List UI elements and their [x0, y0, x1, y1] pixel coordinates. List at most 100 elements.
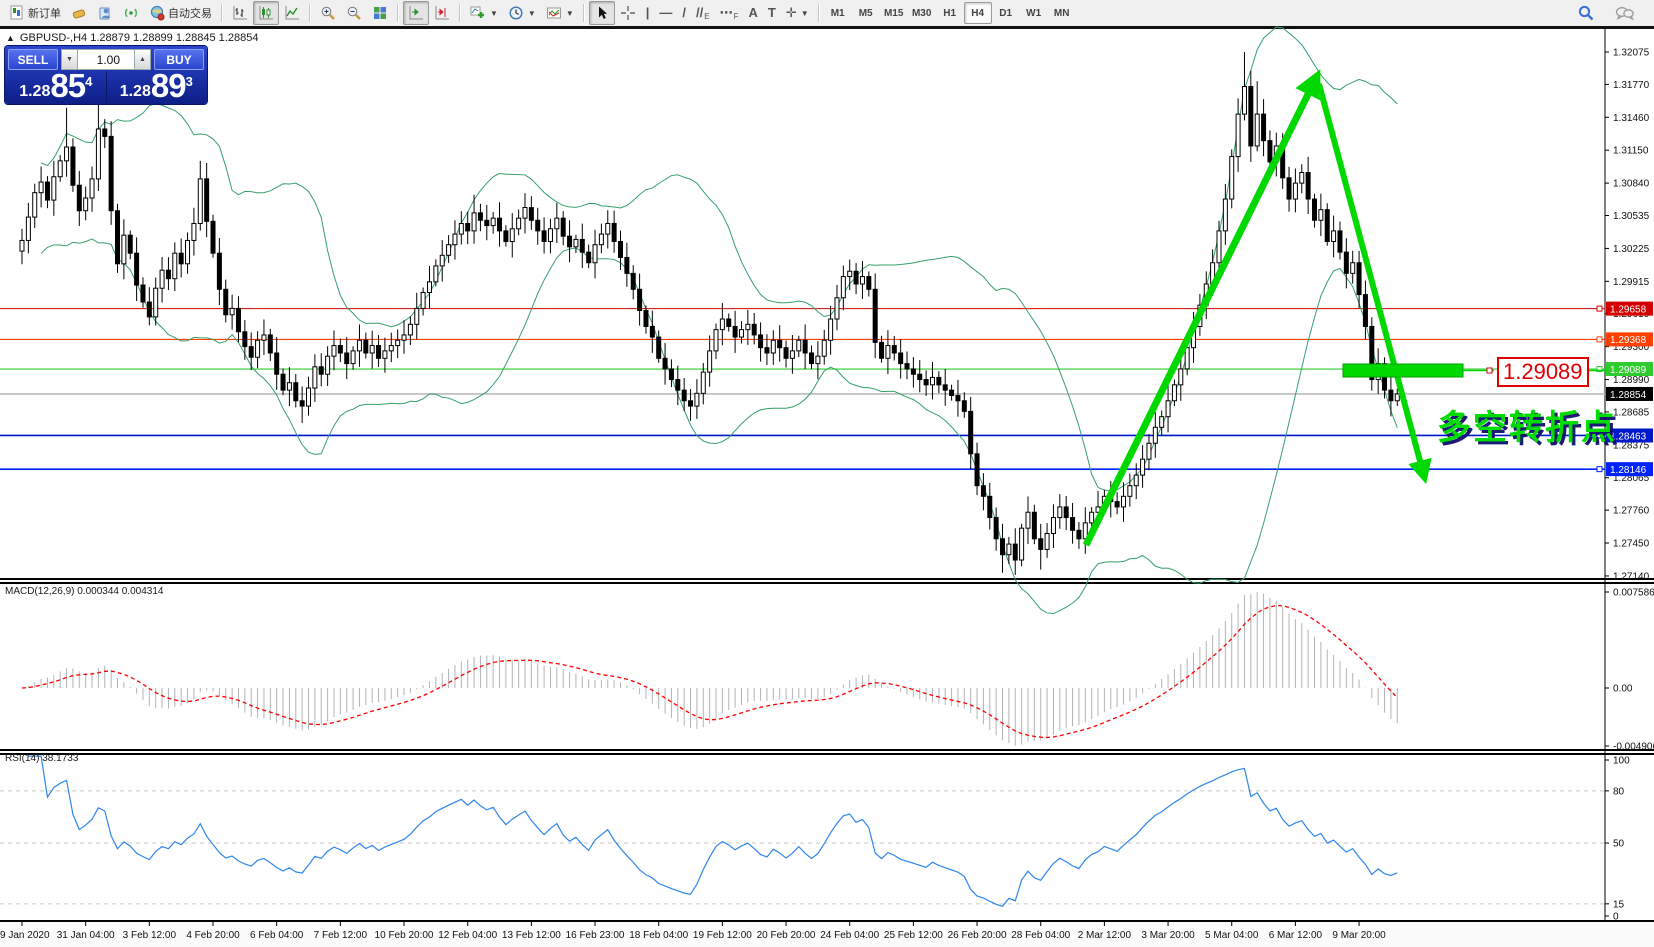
candle-body: [338, 346, 342, 353]
candle-body: [326, 356, 330, 374]
candle-body: [345, 353, 349, 364]
volume-field[interactable]: 1.00: [78, 49, 134, 70]
volume-up-icon[interactable]: ▲: [134, 49, 151, 70]
candle-body: [918, 374, 922, 379]
pane-splitter[interactable]: [0, 582, 1654, 584]
candle-body: [287, 383, 291, 390]
trend-annotation-text[interactable]: 多空转折点: [1437, 400, 1617, 449]
candle-body: [415, 308, 419, 324]
candle-body: [224, 289, 228, 314]
candle-body: [478, 213, 482, 220]
buy-price-prefix: 1.28: [120, 84, 151, 100]
price-chart: 1.320751.317701.314601.311501.308401.305…: [0, 0, 1654, 947]
time-tick-label: 5 Mar 04:00: [1205, 930, 1259, 941]
line-handle[interactable]: [1597, 306, 1602, 311]
candle-body: [1045, 533, 1049, 549]
candle-body: [1134, 475, 1138, 486]
price-badge-label: 1.29658: [1610, 304, 1647, 315]
candle-body: [1141, 459, 1145, 475]
candle-body: [96, 129, 100, 179]
candle-body: [236, 308, 240, 331]
candle-body: [58, 161, 62, 177]
candle-body: [606, 223, 610, 234]
candle-body: [1115, 502, 1119, 507]
line-handle[interactable]: [1597, 467, 1602, 472]
candle-body: [676, 380, 680, 391]
sell-price-sup: 4: [85, 75, 92, 88]
buy-price[interactable]: 1.28893: [109, 71, 205, 102]
candle-body: [580, 239, 584, 252]
buy-price-big: 89: [151, 69, 186, 102]
candle-body: [1287, 178, 1291, 199]
candle-body: [294, 383, 298, 401]
candle-body: [319, 367, 323, 374]
price-badge-label: 1.28146: [1610, 465, 1647, 476]
price-tick-label: 1.29915: [1613, 277, 1650, 288]
candle-body: [848, 271, 852, 276]
candle-body: [689, 401, 693, 406]
candle-body: [1166, 401, 1170, 417]
candle-body: [243, 332, 247, 347]
pane-splitter[interactable]: [0, 753, 1654, 755]
time-tick-label: 3 Feb 12:00: [123, 930, 177, 941]
candle-body: [307, 388, 311, 406]
time-tick-label: 12 Feb 04:00: [438, 930, 497, 941]
macd-axis-label: 0.00: [1613, 684, 1633, 695]
candle-body: [65, 147, 69, 161]
candle-body: [733, 326, 737, 337]
candle-body: [33, 193, 37, 217]
support-bar[interactable]: [1343, 364, 1463, 377]
candle-body: [84, 198, 88, 211]
price-badge-label: 1.29089: [1610, 365, 1647, 376]
callout-handle[interactable]: [1487, 368, 1492, 373]
candle: [1370, 317, 1374, 390]
candle-body: [899, 353, 903, 364]
time-tick-label: 7 Feb 12:00: [314, 930, 368, 941]
candle-body: [1268, 141, 1272, 162]
candle-body: [109, 136, 113, 210]
pane-splitter[interactable]: [0, 578, 1654, 580]
candle-body: [1128, 486, 1132, 497]
candle-body: [663, 358, 667, 369]
time-tick-label: 9 Mar 20:00: [1332, 930, 1386, 941]
time-tick-label: 26 Feb 20:00: [948, 930, 1007, 941]
candle-body: [192, 223, 196, 240]
candle: [1230, 149, 1234, 208]
candle-body: [20, 240, 24, 251]
candle-body: [211, 221, 215, 253]
candle-body: [52, 177, 56, 200]
line-handle[interactable]: [1597, 337, 1602, 342]
pane-splitter[interactable]: [0, 749, 1654, 751]
candle-body: [841, 277, 845, 298]
candle-body: [45, 182, 49, 200]
candle-body: [504, 231, 508, 242]
macd-indicator-label: MACD(12,26,9) 0.000344 0.004314: [5, 586, 163, 597]
sell-price[interactable]: 1.28854: [8, 71, 104, 102]
candle-body: [186, 240, 190, 263]
candle-body: [364, 340, 368, 353]
candle-body: [453, 234, 457, 245]
candle-body: [447, 245, 451, 256]
candle-body: [357, 340, 361, 351]
price-callout-label[interactable]: 1.29089: [1497, 357, 1589, 387]
time-tick-label: 13 Feb 12:00: [502, 930, 561, 941]
candle-body: [631, 273, 635, 289]
candle-body: [650, 326, 654, 337]
candle-body: [313, 367, 317, 388]
candle-body: [256, 340, 260, 357]
candle-body: [39, 182, 43, 193]
candle-body: [351, 351, 355, 364]
candle-body: [408, 324, 412, 335]
candle-body: [1007, 544, 1011, 555]
candle-body: [962, 401, 966, 412]
time-tick-label: 18 Feb 04:00: [629, 930, 688, 941]
price-tick-label: 1.30225: [1613, 244, 1650, 255]
rsi-indicator-label: RSI(14) 38.1733: [5, 753, 78, 764]
candle: [109, 121, 113, 225]
candle-body: [593, 245, 597, 263]
candle-body: [752, 324, 756, 335]
candle-body: [612, 223, 616, 241]
collapse-chart-icon[interactable]: ▲: [6, 33, 15, 43]
candle-body: [1357, 263, 1361, 295]
time-tick-label: 3 Mar 20:00: [1141, 930, 1195, 941]
